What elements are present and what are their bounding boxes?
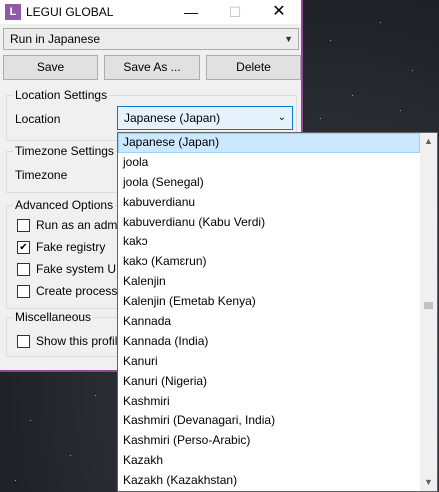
dropdown-item[interactable]: joola: [118, 153, 420, 173]
dropdown-item[interactable]: kabuverdianu: [118, 193, 420, 213]
dropdown-item[interactable]: Kannada: [118, 312, 420, 332]
timezone-label: Timezone: [15, 168, 68, 182]
location-select-value: Japanese (Japan): [124, 111, 221, 125]
checkbox-label: Fake system UI: [36, 262, 120, 276]
dropdown-scrollbar[interactable]: ▲ ▼: [420, 133, 437, 491]
window-title: LEGUI GLOBAL: [26, 5, 114, 19]
app-icon: L: [5, 4, 21, 20]
checkbox-label: Fake registry: [36, 240, 106, 254]
close-button[interactable]: ✕: [257, 0, 301, 24]
dropdown-item[interactable]: Kanuri: [118, 352, 420, 372]
dropdown-item[interactable]: kakɔ (Kamɛrun): [118, 252, 420, 272]
timezone-settings-title: Timezone Settings: [13, 144, 116, 158]
chevron-down-icon: ⌄: [277, 112, 286, 123]
dropdown-item[interactable]: Kalenjin: [118, 272, 420, 292]
location-settings-title: Location Settings: [13, 88, 110, 102]
advanced-options-title: Advanced Options: [13, 198, 116, 212]
checkbox-box[interactable]: [17, 219, 30, 232]
location-dropdown-list[interactable]: Japanese (Japan) joola joola (Senegal) kabu…: [117, 132, 438, 492]
profile-select[interactable]: Run in Japanese ▼: [3, 28, 299, 50]
title-bar[interactable]: L LEGUI GLOBAL — ☐ ✕: [0, 0, 301, 24]
location-label: Location: [15, 112, 61, 126]
save-as-button[interactable]: Save As ...: [104, 55, 200, 80]
checkbox-box[interactable]: [17, 263, 30, 276]
checkbox-box[interactable]: [17, 285, 30, 298]
dropdown-item[interactable]: joola (Senegal): [118, 173, 420, 193]
location-select[interactable]: Japanese (Japan) ⌄: [117, 106, 293, 130]
scroll-down-icon[interactable]: ▼: [420, 474, 437, 491]
dropdown-items: Japanese (Japan) joola joola (Senegal) kabu…: [118, 133, 420, 491]
delete-button[interactable]: Delete: [206, 55, 301, 80]
dropdown-item[interactable]: Kazakh: [118, 451, 420, 471]
minimize-button[interactable]: —: [169, 0, 213, 24]
scrollbar-thumb[interactable]: [424, 302, 433, 310]
dropdown-item[interactable]: Kashmiri (Perso-Arabic): [118, 431, 420, 451]
checkbox-label: Run as an admi: [36, 218, 121, 232]
dropdown-item[interactable]: Kashmiri: [118, 392, 420, 412]
profile-select-value: Run in Japanese: [10, 32, 101, 46]
chevron-down-icon: ▼: [284, 34, 293, 44]
scroll-up-icon[interactable]: ▲: [420, 133, 437, 150]
checkbox-box[interactable]: [17, 335, 30, 348]
save-button[interactable]: Save: [3, 55, 98, 80]
checkbox-label: Create process: [36, 284, 118, 298]
dropdown-item[interactable]: Kazakh (Kazakhstan): [118, 471, 420, 491]
dropdown-item[interactable]: kakɔ: [118, 232, 420, 252]
miscellaneous-title: Miscellaneous: [13, 310, 94, 324]
dropdown-item[interactable]: Kanuri (Nigeria): [118, 372, 420, 392]
checkbox-label: Show this profil: [36, 334, 118, 348]
dropdown-item[interactable]: Japanese (Japan): [118, 133, 420, 153]
dropdown-item[interactable]: Kashmiri (Devanagari, India): [118, 411, 420, 431]
dropdown-item[interactable]: Kannada (India): [118, 332, 420, 352]
dropdown-item[interactable]: kabuverdianu (Kabu Verdi): [118, 213, 420, 233]
checkmark-icon[interactable]: ✔: [17, 241, 30, 254]
dropdown-item[interactable]: Kalenjin (Emetab Kenya): [118, 292, 420, 312]
maximize-button[interactable]: ☐: [213, 0, 257, 24]
